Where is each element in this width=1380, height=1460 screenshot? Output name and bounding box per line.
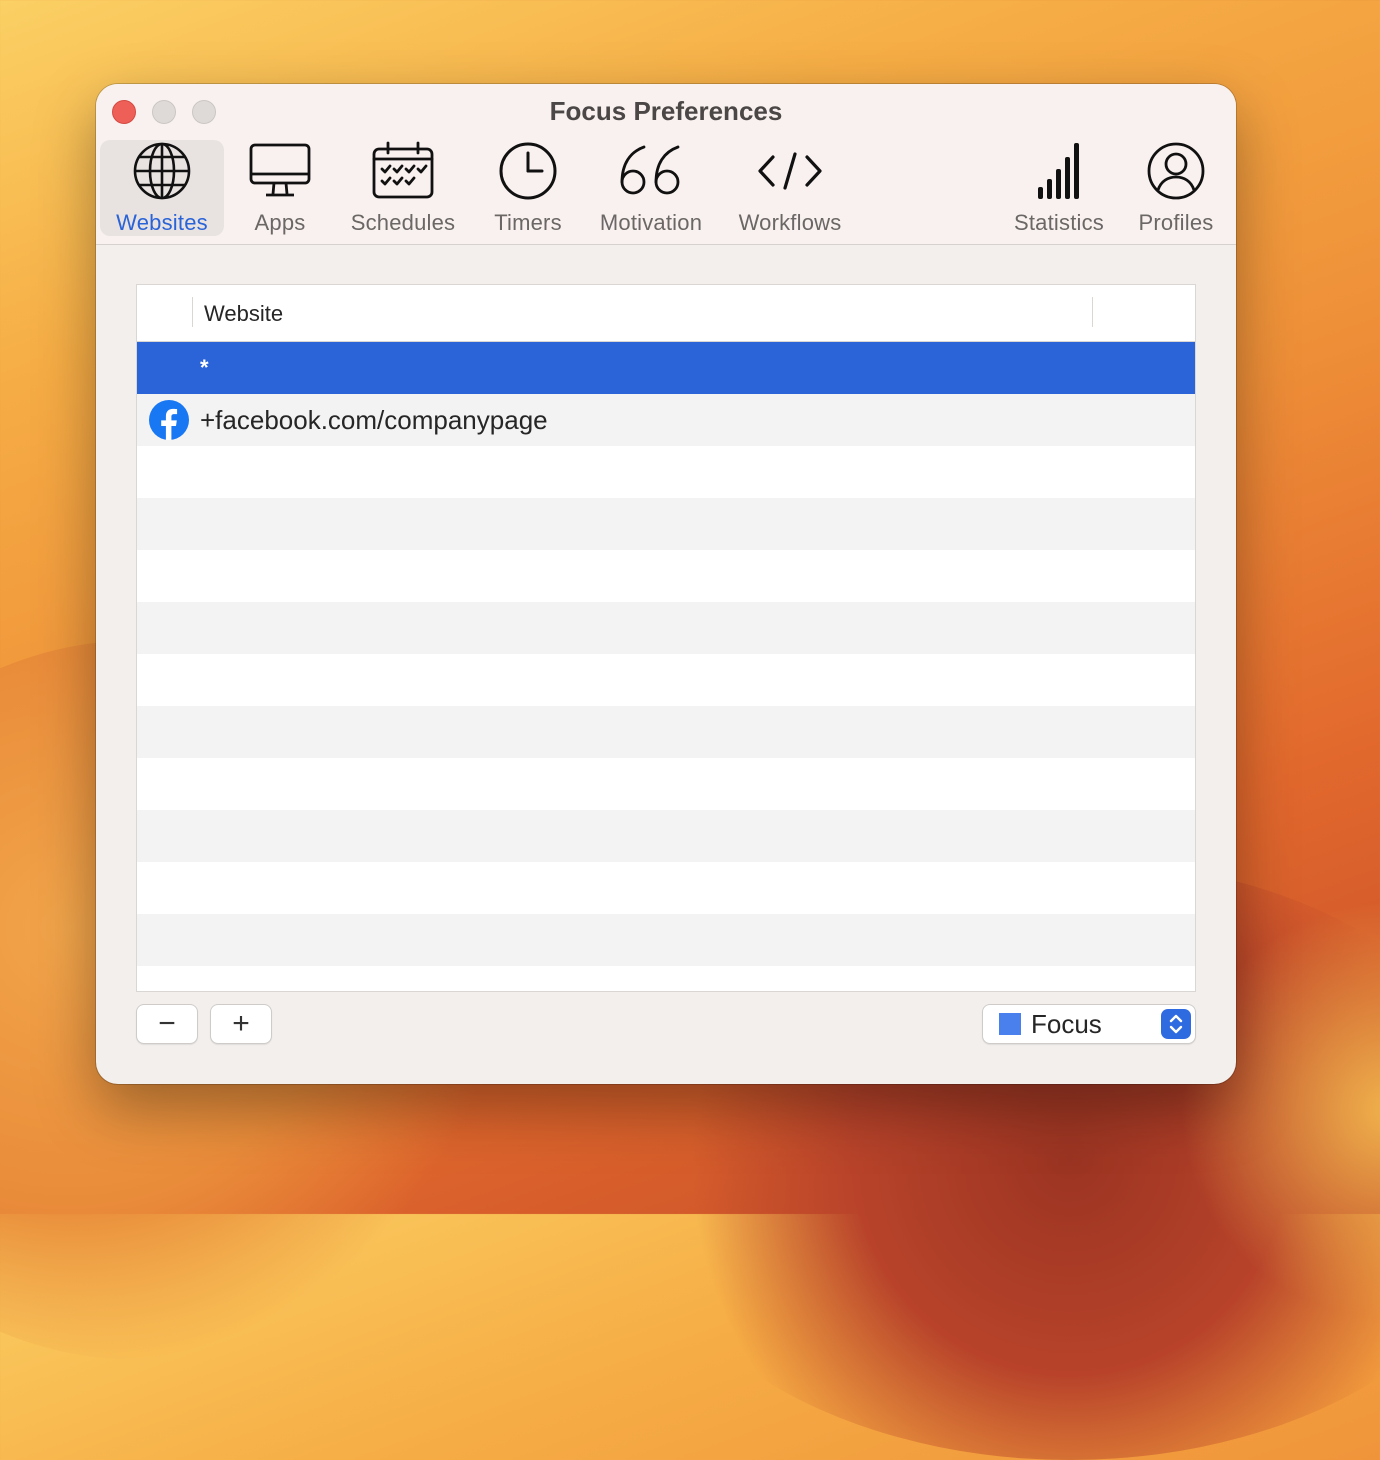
tab-websites[interactable]: Websites: [100, 140, 224, 236]
table-row[interactable]: [137, 914, 1195, 966]
tab-statistics[interactable]: Statistics: [1006, 140, 1112, 236]
table-row[interactable]: [137, 810, 1195, 862]
table-row[interactable]: [137, 966, 1195, 991]
table-row[interactable]: [137, 602, 1195, 654]
chevron-up-down-icon: [1161, 1009, 1191, 1039]
tab-schedules-label: Schedules: [350, 210, 456, 235]
table-row[interactable]: *: [137, 342, 1195, 394]
facebook-icon: [149, 400, 189, 440]
person-circle-icon: [1146, 140, 1206, 202]
bar-chart-icon: [1036, 140, 1082, 202]
table-row[interactable]: +facebook.com/companypage: [137, 394, 1195, 446]
preferences-window: Focus Preferences Websites Apps Schedule…: [96, 84, 1236, 1084]
tab-apps[interactable]: Apps: [228, 140, 332, 236]
tab-motivation-label: Motivation: [599, 210, 703, 235]
code-icon: [757, 140, 823, 202]
website-table: Website * +facebook.com/companypage: [136, 284, 1196, 992]
tab-timers[interactable]: Timers: [480, 140, 576, 236]
tab-workflows[interactable]: Workflows: [730, 140, 850, 236]
remove-website-button[interactable]: −: [136, 1004, 198, 1044]
tab-statistics-label: Statistics: [1013, 210, 1105, 235]
column-header-website[interactable]: Website: [204, 301, 283, 327]
website-entry: *: [200, 355, 209, 380]
tab-workflows-label: Workflows: [738, 210, 842, 235]
tab-profiles[interactable]: Profiles: [1128, 140, 1224, 236]
table-header: Website: [137, 285, 1195, 342]
table-row[interactable]: [137, 446, 1195, 498]
column-separator[interactable]: [192, 297, 193, 327]
table-row[interactable]: [137, 654, 1195, 706]
profile-color-swatch: [999, 1013, 1021, 1035]
tab-profiles-label: Profiles: [1138, 210, 1214, 235]
table-row[interactable]: [137, 550, 1195, 602]
clock-icon: [498, 140, 558, 202]
tab-timers-label: Timers: [494, 210, 562, 235]
table-row[interactable]: [137, 498, 1195, 550]
add-website-button[interactable]: +: [210, 1004, 272, 1044]
title-bar: Focus Preferences Websites Apps Schedule…: [96, 84, 1236, 245]
table-row[interactable]: [137, 706, 1195, 758]
desktop-icon: [249, 140, 311, 202]
tab-websites-label: Websites: [116, 210, 208, 235]
window-title: Focus Preferences: [549, 96, 783, 126]
table-row[interactable]: [137, 862, 1195, 914]
profile-select-value: Focus: [1031, 1009, 1102, 1039]
column-separator[interactable]: [1092, 297, 1093, 327]
table-row[interactable]: [137, 758, 1195, 810]
tab-schedules[interactable]: Schedules: [340, 140, 466, 236]
tab-motivation[interactable]: Motivation: [592, 140, 710, 236]
tab-apps-label: Apps: [254, 210, 306, 235]
calendar-icon: [372, 140, 434, 202]
globe-icon: [132, 140, 192, 202]
website-entry: +facebook.com/companypage: [200, 405, 548, 435]
profile-select[interactable]: Focus: [982, 1004, 1196, 1044]
quote-icon: [618, 140, 684, 202]
